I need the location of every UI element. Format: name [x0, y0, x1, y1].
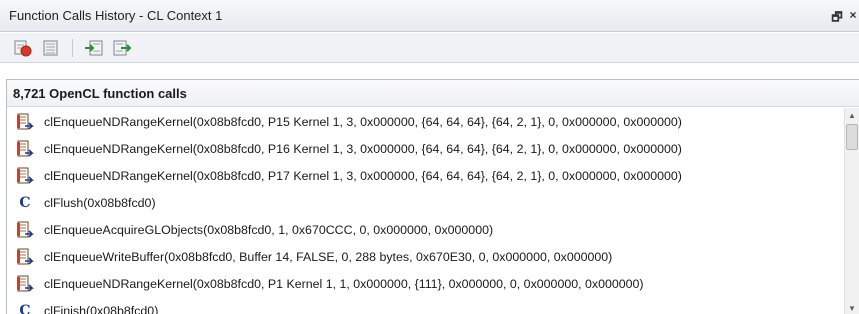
kernel-command-icon — [16, 248, 34, 266]
toolbar — [0, 33, 859, 63]
call-row[interactable]: clEnqueueNDRangeKernel(0x08b8fcd0, P16 K… — [7, 135, 845, 162]
step-in-button[interactable] — [83, 38, 105, 58]
function-calls-list[interactable]: 8,721 OpenCL function calls clEnqueueNDR… — [6, 79, 859, 314]
kernel-command-icon — [16, 113, 34, 131]
kernel-command-icon — [16, 167, 34, 185]
kernel-command-icon — [16, 140, 34, 158]
scrollbar-thumb[interactable] — [846, 124, 858, 150]
step-in-icon — [85, 40, 103, 55]
call-text: clEnqueueAcquireGLObjects(0x08b8fcd0, 1,… — [44, 222, 494, 237]
call-text: clFinish(0x08b8fcd0) — [44, 303, 159, 314]
call-text: clEnqueueNDRangeKernel(0x08b8fcd0, P16 K… — [44, 141, 682, 156]
window-titlebar: Function Calls History - CL Context 1 🗗 … — [0, 0, 859, 32]
context-c-icon: C — [19, 194, 31, 211]
record-calls-button[interactable] — [12, 38, 34, 58]
call-row[interactable]: clEnqueueNDRangeKernel(0x08b8fcd0, P1 Ke… — [7, 270, 845, 297]
record-calls-icon — [14, 40, 32, 56]
scroll-up-arrow-icon[interactable]: ▲ — [845, 108, 859, 122]
step-over-icon — [113, 40, 132, 55]
call-text: clEnqueueNDRangeKernel(0x08b8fcd0, P17 K… — [44, 168, 682, 183]
close-window-button[interactable]: × — [847, 8, 859, 29]
call-text: clFlush(0x08b8fcd0) — [44, 195, 156, 210]
call-row[interactable]: CclFlush(0x08b8fcd0) — [7, 189, 845, 216]
calls-count-header: 8,721 OpenCL function calls — [7, 80, 859, 107]
calls-rows: clEnqueueNDRangeKernel(0x08b8fcd0, P15 K… — [7, 108, 845, 314]
call-row[interactable]: CclFinish(0x08b8fcd0) — [7, 297, 845, 314]
pin-window-button[interactable]: 🗗 — [831, 8, 843, 29]
call-row[interactable]: clEnqueueWriteBuffer(0x08b8fcd0, Buffer … — [7, 243, 845, 270]
context-c-icon: C — [19, 302, 31, 314]
call-row[interactable]: clEnqueueNDRangeKernel(0x08b8fcd0, P15 K… — [7, 108, 845, 135]
scroll-down-arrow-icon[interactable]: ▼ — [845, 301, 859, 314]
step-over-button[interactable] — [111, 38, 133, 58]
vertical-scrollbar[interactable]: ▲ ▼ — [844, 108, 859, 314]
call-row[interactable]: clEnqueueAcquireGLObjects(0x08b8fcd0, 1,… — [7, 216, 845, 243]
call-text: clEnqueueNDRangeKernel(0x08b8fcd0, P15 K… — [44, 114, 682, 129]
call-text: clEnqueueWriteBuffer(0x08b8fcd0, Buffer … — [44, 249, 613, 264]
show-calls-list-button[interactable] — [40, 38, 62, 58]
call-text: clEnqueueNDRangeKernel(0x08b8fcd0, P1 Ke… — [44, 276, 644, 291]
call-row[interactable]: clEnqueueNDRangeKernel(0x08b8fcd0, P17 K… — [7, 162, 845, 189]
window-title: Function Calls History - CL Context 1 — [9, 8, 223, 23]
kernel-command-icon — [16, 221, 34, 239]
titlebar-buttons: 🗗 × — [831, 8, 859, 29]
toolbar-separator — [72, 38, 73, 57]
kernel-command-icon — [16, 275, 34, 293]
show-calls-list-icon — [43, 40, 58, 55]
